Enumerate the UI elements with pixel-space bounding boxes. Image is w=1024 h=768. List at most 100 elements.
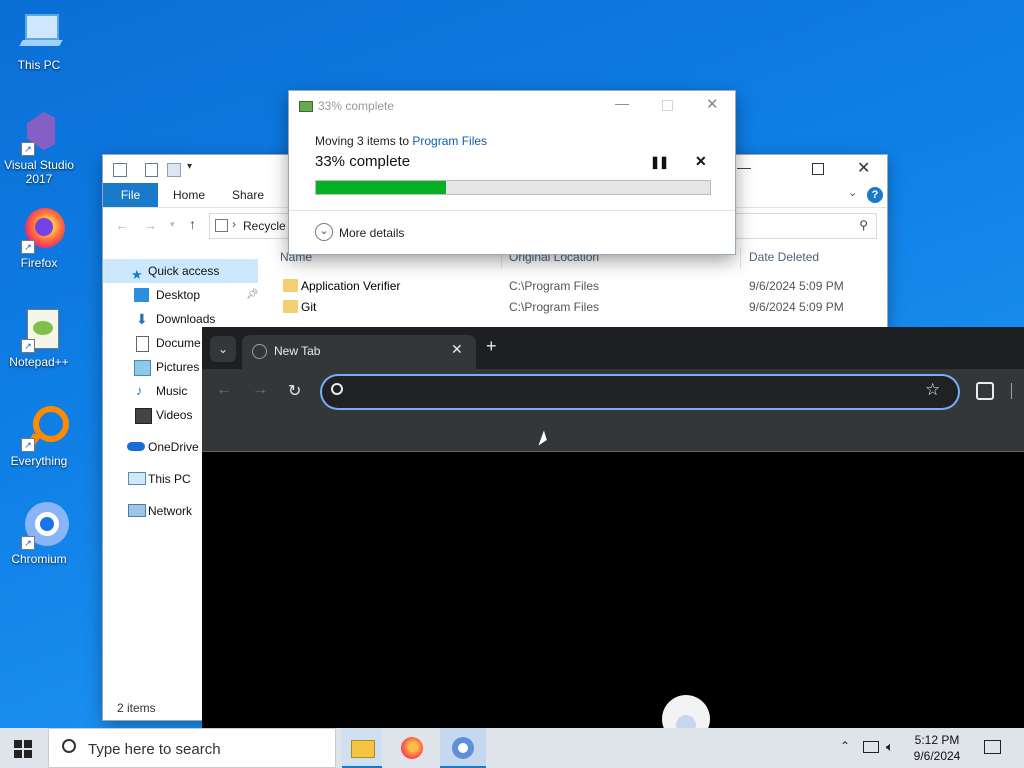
tab-strip: ⌄ New Tab ✕ +: [202, 327, 1024, 369]
document-icon: [136, 336, 149, 352]
reload-icon[interactable]: ↻: [288, 381, 301, 401]
nav-quick-access[interactable]: ★ Quick access: [103, 259, 258, 283]
network-icon: [128, 504, 146, 517]
desktop-icon-chromium[interactable]: ↗ Chromium: [4, 502, 74, 566]
chevron-down-icon[interactable]: ⌄: [315, 223, 333, 241]
desktop-folder-icon: [134, 288, 149, 302]
tab-file[interactable]: File: [103, 183, 158, 207]
nav-label: Downloads: [156, 312, 216, 326]
taskbar-search-box[interactable]: Type here to search: [48, 728, 336, 768]
tab-title: New Tab: [274, 344, 321, 358]
firefox-icon: [401, 737, 423, 759]
new-tab-plus-icon[interactable]: +: [486, 336, 497, 357]
browser-toolbar: ← → ↻ ☆: [202, 369, 1024, 452]
nav-label: Videos: [156, 408, 193, 422]
quick-access-dropdown-icon[interactable]: ▾: [187, 161, 192, 172]
desktop-icon-notepadpp[interactable]: ↗ Notepad++: [4, 305, 74, 369]
taskbar-chromium[interactable]: [440, 728, 486, 768]
firefox-icon: ↗: [15, 206, 65, 254]
up-arrow-icon[interactable]: ↑: [189, 216, 196, 232]
nav-label: OneDrive: [148, 440, 199, 454]
tab-share[interactable]: Share: [232, 183, 264, 207]
nav-label: Quick access: [148, 264, 220, 278]
back-arrow-icon[interactable]: ←: [216, 381, 232, 399]
close-button[interactable]: ✕: [857, 158, 870, 178]
taskbar-file-explorer[interactable]: [342, 728, 382, 768]
extensions-puzzle-icon[interactable]: [976, 382, 994, 400]
file-location: C:\Program Files: [509, 279, 600, 293]
desktop-icon-visual-studio[interactable]: ↗ Visual Studio 2017: [4, 108, 74, 186]
move-progress-dialog[interactable]: 33% complete — ✕ Moving 3 items to Progr…: [289, 91, 735, 254]
minimize-button[interactable]: —: [737, 159, 751, 175]
properties-icon[interactable]: [145, 163, 158, 177]
column-header-date-deleted[interactable]: Date Deleted: [749, 250, 819, 264]
file-row[interactable]: Application Verifier C:\Program Files 9/…: [279, 276, 869, 297]
clock-date: 9/6/2024: [913, 749, 961, 763]
nav-desktop[interactable]: Desktop 📌︎: [103, 283, 259, 307]
bookmark-star-icon[interactable]: ☆: [925, 380, 940, 400]
film-icon: [135, 408, 152, 424]
breadcrumb[interactable]: Recycle: [243, 219, 286, 233]
nav-label: Docume: [156, 336, 201, 350]
progress-bar: [315, 180, 711, 195]
desktop-icon-this-pc[interactable]: This PC: [4, 8, 74, 72]
help-icon[interactable]: ?: [867, 187, 883, 203]
desktop-icon-everything[interactable]: ↗ Everything: [4, 404, 74, 468]
cancel-icon[interactable]: ✕: [695, 153, 707, 170]
progress-bar-fill: [316, 181, 447, 194]
search-icon: [331, 383, 343, 395]
nav-label: Desktop: [156, 288, 201, 302]
magnifier-icon: ↗: [15, 404, 69, 452]
expand-ribbon-icon[interactable]: ⌄: [848, 186, 857, 199]
search-icon: ⚲: [859, 218, 868, 232]
moving-status: Moving 3 items to Program Files: [315, 134, 487, 148]
clock[interactable]: 5:12 PM 9/6/2024: [908, 732, 966, 764]
toolbar-divider: [1011, 383, 1012, 399]
taskbar-firefox[interactable]: [392, 728, 432, 768]
windows-start-icon[interactable]: [14, 740, 32, 758]
chromium-window[interactable]: ⌄ New Tab ✕ + ← → ↻ ☆: [202, 327, 1024, 743]
divider: [289, 210, 735, 211]
nav-label: This PC: [148, 472, 191, 486]
status-bar-count: 2 items: [117, 701, 156, 715]
maximize-button[interactable]: [812, 163, 824, 175]
omnibox-input[interactable]: ☆: [322, 376, 958, 408]
cloud-icon: [127, 442, 145, 451]
file-row[interactable]: Git C:\Program Files 9/6/2024 5:09 PM: [279, 297, 869, 318]
nav-label: Pictures: [156, 360, 200, 374]
new-folder-icon[interactable]: [167, 163, 181, 177]
pin-icon[interactable]: 📌︎: [246, 283, 259, 307]
desktop-icon-firefox[interactable]: ↗ Firefox: [4, 206, 74, 270]
desktop-icon-label: Chromium: [11, 552, 67, 566]
recent-dropdown-icon[interactable]: ▾: [170, 219, 175, 230]
action-center-icon[interactable]: [984, 740, 1001, 754]
tab-home[interactable]: Home: [173, 183, 205, 207]
music-note-icon: ♪: [136, 383, 143, 398]
computer-icon: [128, 472, 146, 485]
column-divider[interactable]: [740, 247, 741, 269]
destination-link[interactable]: Program Files: [412, 134, 487, 148]
forward-arrow-icon[interactable]: →: [143, 217, 157, 233]
close-button[interactable]: ✕: [706, 95, 719, 113]
volume-muted-icon[interactable]: 🔈︎: [886, 739, 894, 755]
tab-search-dropdown-icon[interactable]: ⌄: [210, 336, 236, 362]
close-tab-icon[interactable]: ✕: [451, 341, 463, 358]
network-icon[interactable]: [863, 741, 879, 753]
more-details-button[interactable]: More details: [339, 226, 404, 240]
search-box[interactable]: ⚲: [735, 213, 877, 239]
desktop-icon-label: Firefox: [20, 256, 58, 270]
desktop-icon-label: This PC: [17, 58, 61, 72]
tab-new-tab[interactable]: New Tab ✕: [242, 335, 476, 369]
download-arrow-icon: ⬇: [136, 311, 148, 327]
desktop-icon-label: Everything: [10, 454, 68, 468]
shortcut-arrow-icon: ↗: [21, 339, 35, 353]
minimize-button[interactable]: —: [615, 95, 629, 111]
back-arrow-icon[interactable]: ←: [115, 217, 129, 233]
chromium-icon: [452, 737, 474, 759]
clock-time: 5:12 PM: [914, 733, 960, 747]
pause-icon[interactable]: ❚❚: [650, 155, 669, 169]
show-hidden-icons-icon[interactable]: ⌃: [840, 739, 850, 753]
notepadpp-icon: ↗: [15, 305, 63, 353]
desktop-icon-label: Visual Studio 2017: [4, 158, 74, 186]
forward-arrow-icon[interactable]: →: [252, 381, 268, 399]
